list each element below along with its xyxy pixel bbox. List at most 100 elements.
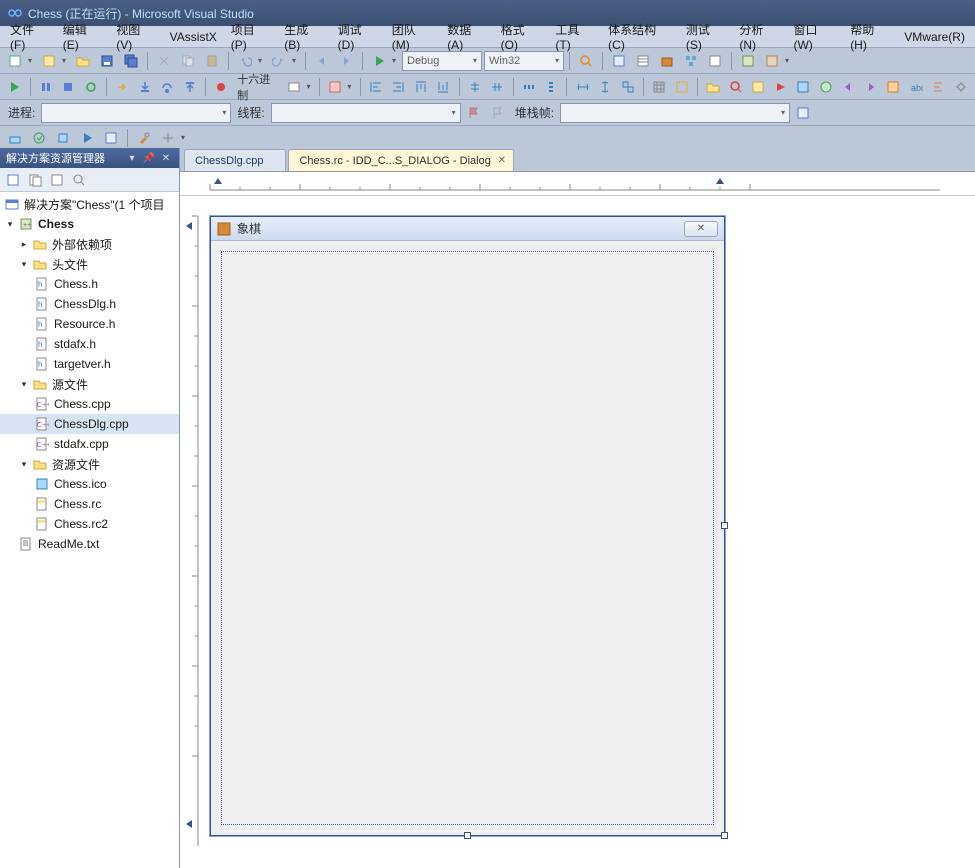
tree-file-h[interactable]: hChessDlg.h	[0, 294, 179, 314]
tree-file-cpp[interactable]: C++stdafx.cpp	[0, 434, 179, 454]
start-debug-icon[interactable]	[368, 50, 390, 72]
menu-vmware[interactable]: VMware(R)	[898, 28, 971, 46]
align-top-icon[interactable]	[411, 76, 432, 98]
properties-icon[interactable]	[632, 50, 654, 72]
align-left-icon[interactable]	[366, 76, 387, 98]
menu-window[interactable]: 窗口(W)	[787, 19, 842, 54]
panel-header[interactable]: 解决方案资源管理器 ▾ 📌 ✕	[0, 148, 179, 168]
process-combo[interactable]: ▾	[41, 103, 231, 123]
tree-file-h[interactable]: hResource.h	[0, 314, 179, 334]
tools2-icon[interactable]	[157, 127, 179, 149]
breakpoints-window-icon[interactable]	[211, 76, 232, 98]
output-window-icon[interactable]	[284, 76, 305, 98]
save-icon[interactable]	[96, 50, 118, 72]
menu-file[interactable]: 文件(F)	[4, 19, 55, 54]
va-find-ref-icon[interactable]	[748, 76, 769, 98]
dropdown-icon[interactable]: ▾	[347, 82, 354, 91]
save-all-icon[interactable]	[120, 50, 142, 72]
extension2-icon[interactable]	[761, 50, 783, 72]
va-find-symbol-icon[interactable]	[725, 76, 746, 98]
menu-debug[interactable]: 调试(D)	[332, 19, 384, 54]
show-all-files-icon[interactable]	[26, 171, 44, 189]
toolbox-icon[interactable]	[656, 50, 678, 72]
dropdown-icon[interactable]: ▾	[785, 56, 793, 65]
collapse-icon[interactable]: ▾	[18, 258, 30, 270]
menu-help[interactable]: 帮助(H)	[844, 19, 896, 54]
cancel-build-icon[interactable]	[52, 127, 74, 149]
align-right-icon[interactable]	[388, 76, 409, 98]
solution-tree[interactable]: 解决方案"Chess"(1 个项目 ▾ ++ Chess ▸ 外部依赖项 ▾ 头…	[0, 192, 179, 868]
dialog-client-area[interactable]	[221, 251, 714, 825]
va-sort-icon[interactable]	[928, 76, 949, 98]
va-options-icon[interactable]	[950, 76, 971, 98]
open-file-icon[interactable]	[72, 50, 94, 72]
tree-file-rc[interactable]: Chess.rc	[0, 494, 179, 514]
test-dialog-icon[interactable]	[325, 76, 346, 98]
compile-icon[interactable]	[100, 127, 122, 149]
va-outline-icon[interactable]	[793, 76, 814, 98]
stackframe-combo[interactable]: ▾	[560, 103, 790, 123]
add-item-icon[interactable]	[38, 50, 60, 72]
expand-icon[interactable]: ▸	[18, 238, 30, 250]
config-combo[interactable]: Debug▾	[402, 51, 482, 71]
align-bottom-icon[interactable]	[433, 76, 454, 98]
dropdown-icon[interactable]: ▾	[292, 56, 300, 65]
menu-view[interactable]: 视图(V)	[110, 19, 161, 54]
va-nav-back-icon[interactable]	[838, 76, 859, 98]
tree-file-txt[interactable]: ReadMe.txt	[0, 534, 179, 554]
tree-file-h[interactable]: hChess.h	[0, 274, 179, 294]
menu-architecture[interactable]: 体系结构(C)	[602, 19, 678, 54]
close-icon[interactable]: ✕	[496, 154, 508, 166]
thread-combo[interactable]: ▾	[271, 103, 461, 123]
nav-forward-icon[interactable]	[335, 50, 357, 72]
va-refactor-icon[interactable]	[815, 76, 836, 98]
tree-file-cpp[interactable]: C++Chess.cpp	[0, 394, 179, 414]
stop-debug-icon[interactable]	[58, 76, 79, 98]
make-same-height-icon[interactable]	[595, 76, 616, 98]
step-out-icon[interactable]	[179, 76, 200, 98]
flagged-threads-icon[interactable]	[792, 102, 814, 124]
menu-tools[interactable]: 工具(T)	[549, 19, 600, 54]
center-horizontal-icon[interactable]	[465, 76, 486, 98]
va-open-file-icon[interactable]	[703, 76, 724, 98]
menu-data[interactable]: 数据(A)	[441, 19, 492, 54]
menu-team[interactable]: 团队(M)	[386, 19, 439, 54]
continue-icon[interactable]	[4, 76, 25, 98]
va-context-icon[interactable]	[883, 76, 904, 98]
tree-sources-folder[interactable]: ▾ 源文件	[0, 374, 179, 394]
nav-back-icon[interactable]	[311, 50, 333, 72]
tree-file-h[interactable]: hstdafx.h	[0, 334, 179, 354]
make-same-width-icon[interactable]	[572, 76, 593, 98]
dialog-designer-canvas[interactable]: 象棋 ✕	[180, 196, 975, 868]
solution-explorer-icon[interactable]	[608, 50, 630, 72]
cut-icon[interactable]	[153, 50, 175, 72]
dropdown-icon[interactable]: ▾	[62, 56, 70, 65]
build-solution-icon[interactable]	[28, 127, 50, 149]
resize-handle-bottom[interactable]	[464, 832, 471, 839]
dropdown-icon[interactable]: ▾	[306, 82, 313, 91]
view-code-icon[interactable]	[70, 171, 88, 189]
dropdown-icon[interactable]: ▾	[181, 133, 189, 142]
resize-handle-right[interactable]	[721, 522, 728, 529]
dialog-preview[interactable]: 象棋 ✕	[210, 216, 725, 836]
find-icon[interactable]	[575, 50, 597, 72]
space-down-icon[interactable]	[541, 76, 562, 98]
paste-icon[interactable]	[201, 50, 223, 72]
va-nav-fwd-icon[interactable]	[860, 76, 881, 98]
close-icon[interactable]: ✕	[159, 151, 173, 165]
tree-resources-folder[interactable]: ▾ 资源文件	[0, 454, 179, 474]
collapse-icon[interactable]: ▾	[18, 378, 30, 390]
va-spell-icon[interactable]: abc	[905, 76, 926, 98]
thread-flag-icon[interactable]	[463, 102, 485, 124]
collapse-icon[interactable]: ▾	[18, 458, 30, 470]
start-page-icon[interactable]	[704, 50, 726, 72]
properties-icon[interactable]	[4, 171, 22, 189]
hex-label[interactable]: 十六进制	[233, 71, 282, 103]
tab-chess-rc-dialog[interactable]: Chess.rc - IDD_C...S_DIALOG - Dialog ✕	[288, 149, 513, 171]
tree-project[interactable]: ▾ ++ Chess	[0, 214, 179, 234]
toggle-grid-icon[interactable]	[649, 76, 670, 98]
step-into-icon[interactable]	[134, 76, 155, 98]
resize-handle-corner[interactable]	[721, 832, 728, 839]
tools-icon[interactable]	[133, 127, 155, 149]
panel-dropdown-icon[interactable]: ▾	[125, 151, 139, 165]
